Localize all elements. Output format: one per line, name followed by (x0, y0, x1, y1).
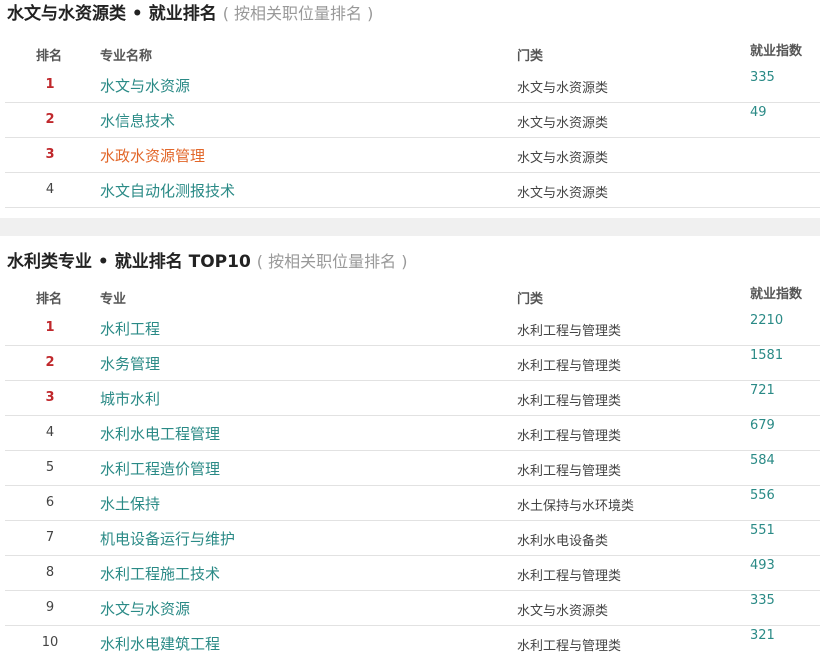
rank-cell: 1 (45, 320, 55, 335)
index-cell: 321 (750, 628, 775, 643)
major-link[interactable]: 水信息技术 (100, 110, 175, 131)
category-cell: 水利工程与管理类 (517, 569, 622, 584)
section-divider (0, 218, 820, 236)
section2-title-text: 水利类专业 • 就业排名 TOP10 (7, 252, 251, 272)
category-cell: 水文与水资源类 (517, 604, 609, 619)
index-cell: 493 (750, 558, 775, 573)
category-cell: 水利水电设备类 (517, 534, 609, 549)
rank-cell: 7 (45, 530, 55, 545)
rank-cell: 5 (45, 460, 55, 475)
category-cell: 水文与水资源类 (517, 81, 609, 96)
major-link[interactable]: 水利工程造价管理 (100, 458, 220, 479)
table-row: 1 水利工程 水利工程与管理类 2210 (5, 311, 820, 346)
table-row: 9 水文与水资源 水文与水资源类 335 (5, 591, 820, 626)
major-link[interactable]: 水利工程施工技术 (100, 563, 220, 584)
major-link[interactable]: 水文与水资源 (100, 598, 190, 619)
rank-cell: 9 (45, 600, 55, 615)
index-cell: 556 (750, 488, 775, 503)
major-link[interactable]: 水政水资源管理 (100, 145, 205, 166)
table-row: 5 水利工程造价管理 水利工程与管理类 584 (5, 451, 820, 486)
table-row: 4 水利水电工程管理 水利工程与管理类 679 (5, 416, 820, 451)
major-link[interactable]: 水文与水资源 (100, 75, 190, 96)
section1-title: 水文与水资源类 • 就业排名 ( 按相关职位量排名 ) (7, 0, 373, 28)
section1-subtitle: ( 按相关职位量排名 ) (222, 4, 374, 23)
major-link[interactable]: 水利工程 (100, 318, 160, 339)
category-cell: 水文与水资源类 (517, 186, 609, 201)
section1-header-category: 门类 (517, 49, 544, 64)
section1-header-rank: 排名 (36, 49, 63, 64)
section2-header-name: 专业 (100, 292, 127, 307)
section2-title: 水利类专业 • 就业排名 TOP10 ( 按相关职位量排名 ) (7, 248, 407, 276)
table-row: 6 水土保持 水土保持与水环境类 556 (5, 486, 820, 521)
index-cell: 335 (750, 70, 775, 85)
table-row: 2 水信息技术 水文与水资源类 49 (5, 103, 820, 138)
rank-cell: 10 (41, 635, 59, 650)
table-row: 8 水利工程施工技术 水利工程与管理类 493 (5, 556, 820, 591)
index-cell: 2210 (750, 313, 784, 328)
section2-header-category: 门类 (517, 292, 544, 307)
index-cell: 49 (750, 105, 767, 120)
section2-subtitle: ( 按相关职位量排名 ) (256, 252, 408, 271)
table-row: 4 水文自动化测报技术 水文与水资源类 (5, 173, 820, 208)
category-cell: 水利工程与管理类 (517, 359, 622, 374)
table-row: 10 水利水电建筑工程 水利工程与管理类 321 (5, 626, 820, 661)
table-row: 7 机电设备运行与维护 水利水电设备类 551 (5, 521, 820, 556)
index-cell: 584 (750, 453, 775, 468)
index-cell: 679 (750, 418, 775, 433)
category-cell: 水文与水资源类 (517, 151, 609, 166)
section2-header-index: 就业指数 (750, 287, 803, 302)
rank-cell: 8 (45, 565, 55, 580)
index-cell: 551 (750, 523, 775, 538)
table-row: 3 水政水资源管理 水文与水资源类 (5, 138, 820, 173)
index-cell: 335 (750, 593, 775, 608)
index-cell: 1581 (750, 348, 784, 363)
rank-cell: 2 (45, 112, 55, 127)
major-link[interactable]: 水务管理 (100, 353, 160, 374)
major-link[interactable]: 水利水电建筑工程 (100, 633, 220, 654)
table-row: 3 城市水利 水利工程与管理类 721 (5, 381, 820, 416)
section2-header-rank: 排名 (36, 292, 63, 307)
rank-cell: 3 (45, 147, 55, 162)
major-link[interactable]: 机电设备运行与维护 (100, 528, 235, 549)
index-cell: 721 (750, 383, 775, 398)
category-cell: 水文与水资源类 (517, 116, 609, 131)
major-link[interactable]: 水文自动化测报技术 (100, 180, 235, 201)
major-link[interactable]: 水土保持 (100, 493, 160, 514)
section1-header-name: 专业名称 (100, 49, 153, 64)
rank-cell: 4 (45, 182, 55, 197)
category-cell: 水利工程与管理类 (517, 429, 622, 444)
rank-cell: 2 (45, 355, 55, 370)
major-link[interactable]: 水利水电工程管理 (100, 423, 220, 444)
category-cell: 水利工程与管理类 (517, 324, 622, 339)
rank-cell: 3 (45, 390, 55, 405)
category-cell: 水土保持与水环境类 (517, 499, 635, 514)
rank-cell: 4 (45, 425, 55, 440)
section1-header-index: 就业指数 (750, 44, 803, 59)
section1-title-text: 水文与水资源类 • 就业排名 (7, 4, 217, 24)
table-row: 2 水务管理 水利工程与管理类 1581 (5, 346, 820, 381)
rank-cell: 6 (45, 495, 55, 510)
table-row: 1 水文与水资源 水文与水资源类 335 (5, 68, 820, 103)
category-cell: 水利工程与管理类 (517, 464, 622, 479)
category-cell: 水利工程与管理类 (517, 394, 622, 409)
rank-cell: 1 (45, 77, 55, 92)
major-link[interactable]: 城市水利 (100, 388, 160, 409)
category-cell: 水利工程与管理类 (517, 639, 622, 654)
